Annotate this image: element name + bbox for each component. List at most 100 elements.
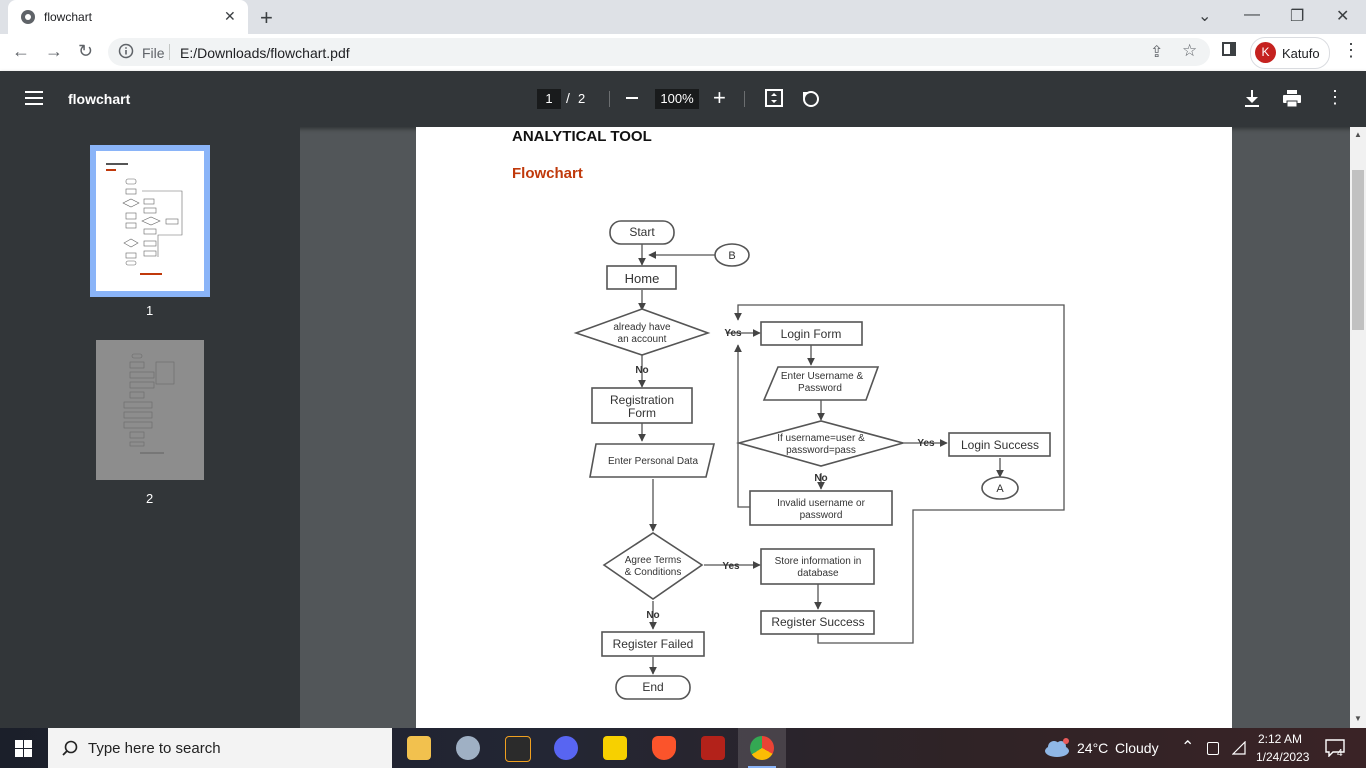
chrome-icon <box>750 736 774 760</box>
more-actions-icon[interactable]: ⋮ <box>1326 87 1344 108</box>
reload-icon[interactable]: ↻ <box>78 41 93 62</box>
share-icon[interactable]: ⇪ <box>1150 42 1163 62</box>
back-arrow-icon[interactable]: ← <box>12 41 30 62</box>
close-tab-icon[interactable]: ✕ <box>224 8 236 25</box>
url-scheme-label: File <box>142 45 165 61</box>
decision-has-account-line2: an account <box>618 334 667 345</box>
tab-title: flowchart <box>44 10 93 24</box>
connector-a: A <box>996 483 1004 495</box>
page-total: 2 <box>578 91 586 106</box>
divider <box>169 44 170 60</box>
menu-kebab-icon[interactable]: ⋮ <box>1342 40 1360 61</box>
decision-has-account-line1: already have <box>613 322 671 333</box>
enter-username-line1: Enter Username & <box>781 371 864 382</box>
profile-name: Katufo <box>1282 46 1320 61</box>
login-form: Login Form <box>781 327 842 341</box>
notification-count: 4 <box>1337 748 1343 759</box>
windows-start-icon[interactable] <box>15 740 32 757</box>
restore-button[interactable]: ❐ <box>1290 6 1304 26</box>
page-number-input[interactable]: 1 <box>537 89 561 109</box>
sticky-notes-icon[interactable] <box>603 736 627 760</box>
flowchart-diagram: Start B Home already have an account No … <box>573 220 1065 700</box>
page-separator: / <box>566 90 570 106</box>
decision-agree-line1: Agree Terms <box>625 555 682 566</box>
download-icon[interactable] <box>1244 90 1260 108</box>
store-info-line1: Store information in <box>775 556 862 567</box>
zoom-out-icon[interactable] <box>626 97 638 99</box>
flow-start: Start <box>629 225 655 239</box>
address-bar[interactable]: File E:/Downloads/flowchart.pdf ⇪ ☆ <box>108 38 1210 66</box>
thumbnail-preview <box>106 163 183 275</box>
register-success: Register Success <box>771 615 864 629</box>
thumbnail-page-1[interactable] <box>90 145 210 297</box>
divider <box>744 91 745 107</box>
tab-flowchart[interactable]: flowchart ✕ <box>8 0 248 34</box>
flow-end: End <box>642 680 663 694</box>
device-icon[interactable] <box>1207 742 1219 755</box>
connector-b: B <box>728 250 735 262</box>
dota-icon[interactable] <box>701 736 725 760</box>
thumbnail-label-1: 1 <box>146 303 154 318</box>
brave-browser-icon[interactable] <box>652 736 676 760</box>
app-icon[interactable] <box>456 736 480 760</box>
label-yes-2: Yes <box>917 438 935 449</box>
scroll-down-icon[interactable]: ▼ <box>1354 714 1362 723</box>
thumbnail-image <box>96 151 204 291</box>
rotate-icon[interactable] <box>801 89 820 108</box>
thumbnail-sidebar: 1 2 <box>0 127 300 728</box>
clock-time[interactable]: 2:12 AM <box>1258 732 1302 746</box>
tab-strip: flowchart ✕ + ⌄ — ❐ ✕ <box>0 0 1366 34</box>
weather-description[interactable]: Cloudy <box>1115 740 1159 756</box>
thumbnail-label-2: 2 <box>146 491 154 506</box>
cloudy-weather-icon[interactable] <box>1044 738 1070 758</box>
weather-temperature[interactable]: 24°C <box>1077 740 1108 756</box>
label-no-2: No <box>814 473 827 484</box>
hamburger-menu-icon[interactable] <box>25 91 43 105</box>
scrollbar-thumb[interactable] <box>1352 170 1364 330</box>
profile-button[interactable]: K Katufo <box>1250 37 1330 69</box>
zoom-level-input[interactable]: 100% <box>655 89 699 109</box>
avatar: K <box>1255 42 1276 63</box>
decision-credentials-line1: If username=user & <box>777 433 865 444</box>
taskbar-search-box[interactable]: Type here to search <box>48 728 392 768</box>
divider <box>609 91 610 107</box>
enter-personal-data: Enter Personal Data <box>608 456 698 467</box>
discord-icon[interactable] <box>554 736 578 760</box>
login-success: Login Success <box>961 438 1039 452</box>
clock-date[interactable]: 1/24/2023 <box>1256 750 1309 764</box>
tab-search-icon[interactable]: ⌄ <box>1198 6 1211 26</box>
close-window-button[interactable]: ✕ <box>1336 6 1349 26</box>
print-icon[interactable] <box>1283 90 1301 107</box>
decision-credentials-line2: password=pass <box>786 445 856 456</box>
minimize-button[interactable]: — <box>1244 6 1260 24</box>
store-info-line2: database <box>797 568 839 579</box>
url-text[interactable]: E:/Downloads/flowchart.pdf <box>180 45 350 61</box>
sublime-text-icon[interactable] <box>505 736 531 762</box>
invalid-line2: password <box>800 510 843 521</box>
label-no-1: No <box>635 365 648 376</box>
browser-toolbar: ← → ↻ File E:/Downloads/flowchart.pdf ⇪ … <box>0 34 1366 72</box>
forward-arrow-icon[interactable]: → <box>45 41 63 62</box>
network-icon[interactable] <box>1232 741 1246 755</box>
zoom-in-icon[interactable]: + <box>713 85 726 111</box>
chevron-up-icon[interactable]: ⌃ <box>1181 737 1194 757</box>
chrome-taskbar-button[interactable] <box>738 728 786 768</box>
bookmark-star-icon[interactable]: ☆ <box>1182 41 1197 61</box>
enter-username-line2: Password <box>798 383 842 394</box>
side-panel-icon[interactable] <box>1222 42 1236 56</box>
invalid-line1: Invalid username or <box>777 498 865 509</box>
scroll-up-icon[interactable]: ▲ <box>1354 130 1362 139</box>
file-explorer-icon[interactable] <box>407 736 431 760</box>
thumbnail-page-2[interactable] <box>96 340 204 480</box>
windows-taskbar: Type here to search 24°C Cloudy ⌃ 2:12 A… <box>0 728 1366 768</box>
fit-page-icon[interactable] <box>765 89 783 107</box>
document-title: flowchart <box>68 91 131 107</box>
label-yes-1: Yes <box>724 328 742 339</box>
flow-home: Home <box>625 271 660 286</box>
search-icon <box>62 740 78 756</box>
registration-form-line2: Form <box>628 406 656 420</box>
decision-agree-line2: & Conditions <box>625 567 682 578</box>
info-icon[interactable] <box>118 43 134 59</box>
new-tab-button[interactable]: + <box>260 5 273 31</box>
pdf-page: ANALYTICAL TOOL Flowchart Start B Home a… <box>416 127 1232 728</box>
